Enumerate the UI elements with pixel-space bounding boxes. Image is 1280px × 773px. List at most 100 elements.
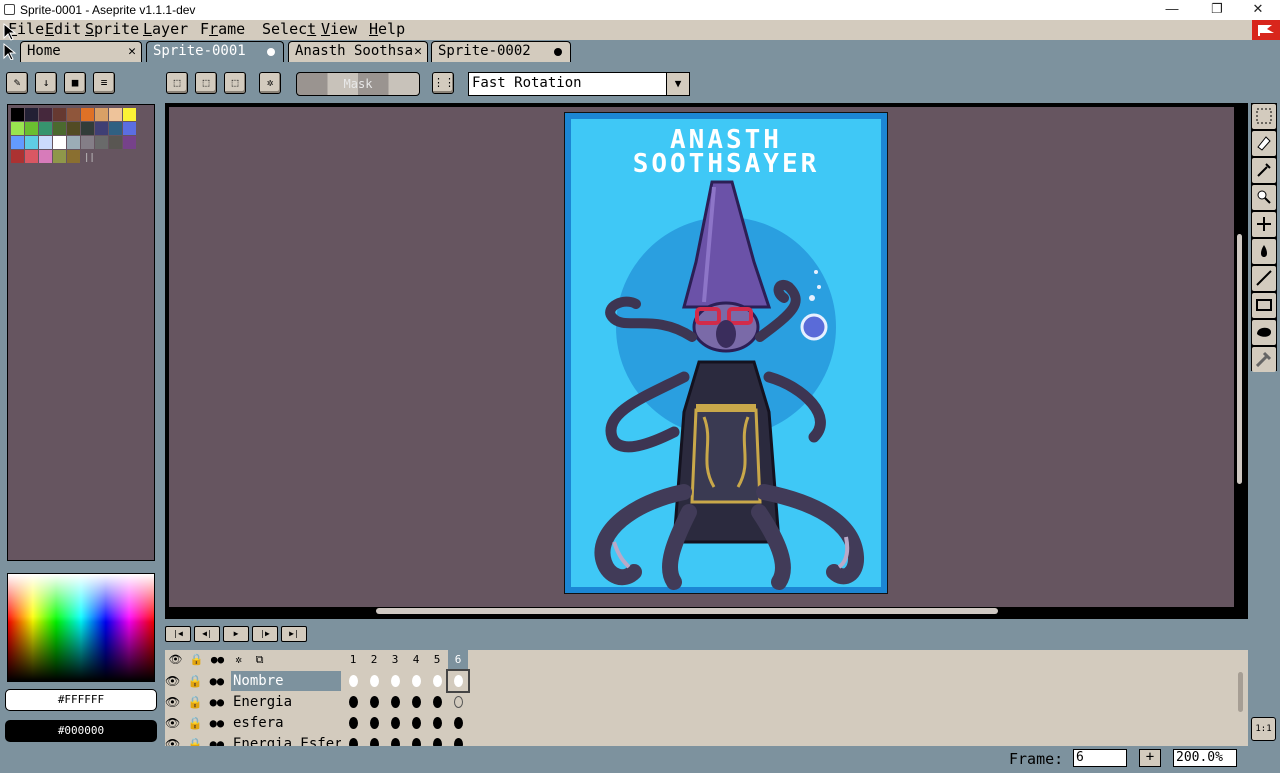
palette-swatch[interactable] [11, 136, 24, 149]
layer-name[interactable]: Nombre [231, 671, 341, 691]
move-tool-icon[interactable] [1252, 212, 1276, 237]
cel[interactable] [385, 692, 405, 712]
menu-select[interactable]: Select [262, 20, 316, 39]
palette-swatch[interactable] [39, 122, 52, 135]
transparent-color-icon[interactable]: ✲ [259, 72, 281, 94]
cel[interactable] [406, 692, 426, 712]
palette-resize-grip-icon[interactable]: || [84, 153, 95, 163]
next-frame-button[interactable]: |▶ [252, 626, 278, 642]
palette-swatch[interactable] [39, 108, 52, 121]
palette-swatch[interactable] [109, 122, 122, 135]
close-window-button[interactable]: ✕ [1236, 0, 1280, 20]
palette-swatch[interactable] [81, 136, 94, 149]
foreground-color-field[interactable]: #FFFFFF [5, 689, 157, 711]
rectangle-tool-icon[interactable] [1252, 293, 1276, 318]
layer-toggle-icons[interactable]: 👁 🔒 ●● [165, 734, 231, 746]
layer-row[interactable]: 👁 🔒 ●● esfera [165, 713, 471, 734]
palette-swatch[interactable] [67, 150, 80, 163]
cel[interactable] [427, 692, 447, 712]
palette-swatch[interactable] [39, 136, 52, 149]
zoom-tool-icon[interactable] [1252, 185, 1276, 210]
timeline-vertical-scrollbar[interactable] [1238, 672, 1243, 712]
menu-view[interactable]: View [321, 20, 357, 39]
visibility-icon[interactable]: 👁 [165, 650, 186, 670]
sprite-canvas[interactable]: ANASTH SOOTHSAYER [564, 112, 888, 594]
bucket-tool-icon[interactable] [1252, 239, 1276, 264]
close-icon[interactable]: ✕ [414, 42, 422, 61]
cel[interactable] [364, 713, 384, 733]
cel[interactable] [385, 713, 405, 733]
rotation-algorithm-select[interactable]: Fast Rotation ▼ [468, 72, 690, 96]
pivot-icon[interactable]: ⋮⋮ [432, 72, 455, 94]
palette-swatch[interactable] [67, 108, 80, 121]
line-tool-icon[interactable] [1252, 266, 1276, 291]
palette-swatch[interactable] [81, 122, 94, 135]
layer-row[interactable]: 👁 🔒 ●● Energia [165, 692, 471, 713]
palette-swatch[interactable] [25, 108, 38, 121]
chevron-down-icon[interactable]: ▼ [666, 72, 690, 96]
continuous-icon[interactable]: ●● [207, 650, 228, 670]
frame-header[interactable]: 3 [385, 650, 405, 670]
group-icon[interactable]: ⧉ [249, 650, 270, 670]
palette-swatch[interactable] [95, 108, 108, 121]
eyedropper-tool-icon[interactable] [1252, 158, 1276, 183]
cel[interactable] [364, 692, 384, 712]
palette-swatch[interactable] [109, 108, 122, 121]
palette-swatch[interactable] [53, 122, 66, 135]
new-frame-button[interactable]: + [1139, 749, 1161, 767]
palette-swatch[interactable] [53, 108, 66, 121]
tab-sprite-0002[interactable]: Sprite-0002 [431, 41, 571, 62]
settings-icon[interactable]: ✲ [228, 650, 249, 670]
zoom-input[interactable]: 200.0% [1173, 749, 1237, 767]
layer-name[interactable]: Energia [231, 692, 341, 712]
cel[interactable] [343, 734, 363, 746]
last-frame-button[interactable]: ▶| [281, 626, 307, 642]
canvas-background[interactable]: ANASTH SOOTHSAYER [169, 107, 1234, 607]
layer-row[interactable]: 👁 🔒 ●● Energia Esfera [165, 734, 471, 746]
tab-sprite-0001[interactable]: Sprite-0001 [146, 41, 284, 62]
menu-help[interactable]: Help [369, 20, 405, 39]
menu-edit[interactable]: Edit [45, 20, 81, 39]
cel[interactable] [364, 734, 384, 746]
palette-swatch[interactable] [53, 136, 66, 149]
cel[interactable] [343, 692, 363, 712]
layer-toggle-icons[interactable]: 👁 🔒 ●● [165, 692, 231, 713]
palette-presets-icon[interactable]: ■ [64, 72, 86, 94]
cel[interactable] [343, 713, 363, 733]
cel[interactable] [446, 669, 470, 693]
cel[interactable] [427, 734, 447, 746]
restore-button[interactable]: ❐ [1195, 0, 1239, 20]
marquee-tool-icon[interactable] [1252, 104, 1276, 129]
canvas-horizontal-scrollbar[interactable] [376, 608, 998, 614]
cel[interactable] [406, 734, 426, 746]
menu-frame[interactable]: Frame [200, 20, 245, 39]
palette-swatch[interactable] [25, 122, 38, 135]
contour-tool-icon[interactable] [1252, 320, 1276, 345]
palette-swatch[interactable] [109, 136, 122, 149]
blur-tool-icon[interactable] [1252, 347, 1276, 372]
lock-icon[interactable]: 🔒 [186, 650, 207, 670]
frame-header[interactable]: 1 [343, 650, 363, 670]
palette-edit-icon[interactable]: ✎ [6, 72, 28, 94]
frame-header[interactable]: 5 [427, 650, 447, 670]
cel[interactable] [448, 734, 468, 746]
minimize-button[interactable]: — [1150, 0, 1194, 20]
palette-swatch[interactable] [11, 122, 24, 135]
palette-swatch[interactable] [123, 136, 136, 149]
layer-name[interactable]: esfera [231, 713, 341, 733]
modified-dot-icon[interactable] [554, 48, 562, 56]
menu-sprite[interactable]: Sprite [85, 20, 139, 39]
palette-swatch[interactable] [25, 150, 38, 163]
palette-swatch[interactable] [25, 136, 38, 149]
frame-header[interactable]: 6 [448, 650, 468, 670]
palette-swatch[interactable] [67, 122, 80, 135]
previous-frame-button[interactable]: ◀| [194, 626, 220, 642]
palette-swatch[interactable] [123, 122, 136, 135]
onion-skin-button[interactable]: 1:1 [1251, 717, 1276, 741]
cel[interactable] [406, 713, 426, 733]
modified-dot-icon[interactable] [267, 48, 275, 56]
palette-options-icon[interactable]: ≡ [93, 72, 115, 94]
palette-swatch[interactable] [11, 150, 24, 163]
tab-anasth-soothsayer[interactable]: Anasth Soothsa ✕ [288, 41, 428, 62]
cel[interactable] [343, 671, 363, 691]
